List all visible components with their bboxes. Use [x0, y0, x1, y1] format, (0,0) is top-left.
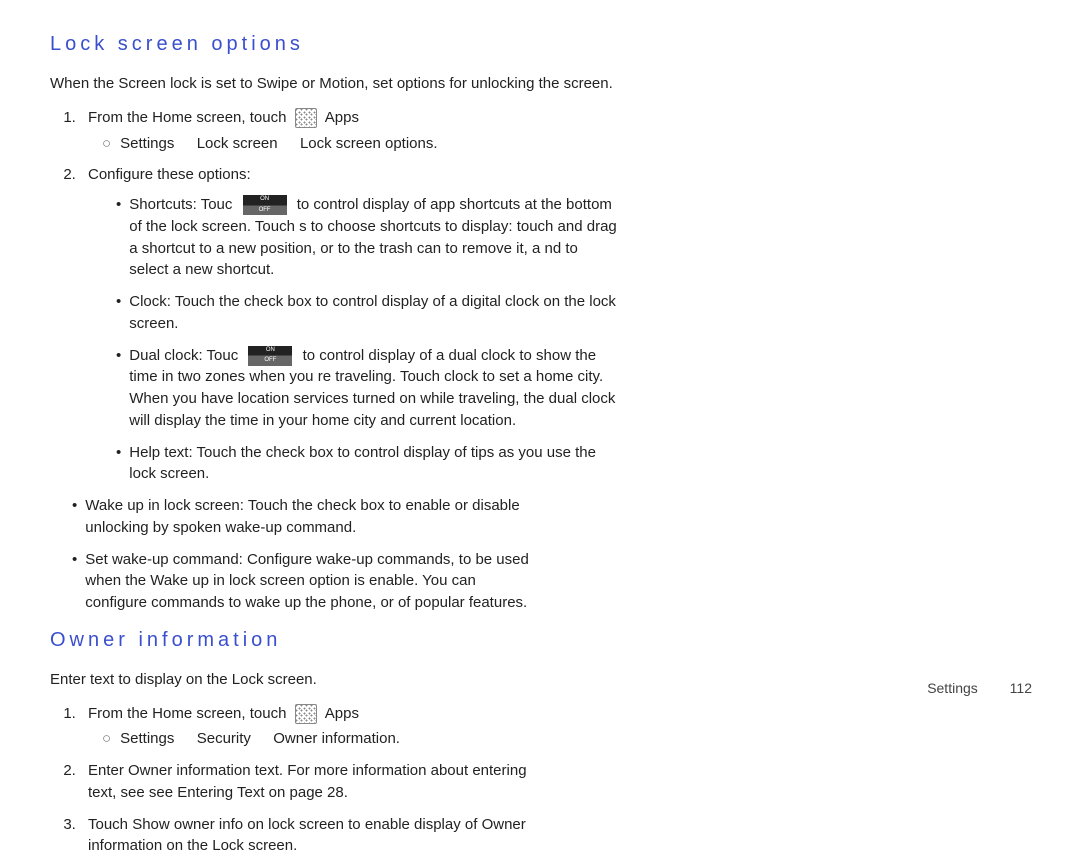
- body: Touch Show owner info on lock screen to …: [88, 816, 526, 855]
- body: Enter Owner information text. For more i…: [88, 762, 527, 801]
- right-step-3: Touch Show owner info on lock screen to …: [80, 814, 540, 858]
- step-text: From the Home screen, touch: [88, 109, 291, 126]
- right-step-2: Enter Owner information text. For more i…: [80, 760, 540, 804]
- left-column: Lock screen options When the Screen lock…: [50, 30, 620, 495]
- step-text: Configure these options:: [88, 166, 251, 183]
- right-step-1-sub: ○ Settings Security Owner information.: [102, 728, 540, 750]
- footer-section: Settings: [927, 680, 978, 696]
- option-set-wake-up: Set wake-up command: Configure wake-up c…: [72, 549, 540, 614]
- sub-settings: Settings: [120, 135, 174, 152]
- sub-marker-icon: ○: [102, 133, 112, 155]
- term-set-wake-up: Set wake-up command: [85, 551, 238, 568]
- sub-owner-info: Owner information.: [273, 730, 400, 747]
- sub-marker-icon: ○: [102, 728, 112, 750]
- lead: : Touc: [198, 347, 238, 364]
- term-shortcuts: Shortcuts: [129, 196, 192, 213]
- option-shortcuts: Shortcuts: Touc ON OFF to control displa…: [116, 194, 620, 281]
- onoff-toggle-icon: ON OFF: [243, 195, 287, 215]
- sub-security: Security: [197, 730, 251, 747]
- footer-page-number: 112: [1010, 680, 1032, 696]
- option-help-text: Help text: Touch the check box to contro…: [116, 442, 620, 486]
- term-dual-clock: Dual clock: [129, 347, 198, 364]
- option-clock: Clock: Touch the check box to control di…: [116, 291, 620, 335]
- right-column: Wake up in lock screen: Touch the check …: [50, 495, 540, 867]
- body: : Touch the check box to control display…: [129, 293, 616, 332]
- left-step-1: From the Home screen, touch Apps ○ Setti…: [80, 107, 620, 155]
- apps-label: Apps: [325, 109, 359, 126]
- step-text: From the Home screen, touch: [88, 705, 291, 722]
- owner-intro: Enter text to display on the Lock screen…: [50, 669, 540, 691]
- lead: : Touc: [193, 196, 233, 213]
- left-options: Shortcuts: Touc ON OFF to control displa…: [88, 194, 620, 485]
- toggle-off-label: OFF: [248, 355, 292, 366]
- left-steps: From the Home screen, touch Apps ○ Setti…: [50, 107, 620, 485]
- body: : Touch the check box to control display…: [129, 444, 596, 483]
- apps-label: Apps: [325, 705, 359, 722]
- term-help-text: Help text: [129, 444, 188, 461]
- toggle-on-label: ON: [248, 346, 292, 356]
- sub-lockscreen: Lock screen: [197, 135, 278, 152]
- left-step-2: Configure these options: Shortcuts: Touc…: [80, 164, 620, 485]
- onoff-toggle-icon: ON OFF: [248, 346, 292, 366]
- sub-lockscreen-options: Lock screen options.: [300, 135, 438, 152]
- term-clock: Clock: [129, 293, 167, 310]
- option-wake-up: Wake up in lock screen: Touch the check …: [72, 495, 540, 539]
- option-dual-clock: Dual clock: Touc ON OFF to control displ…: [116, 345, 620, 432]
- term-wake-up: Wake up in lock screen: [85, 497, 240, 514]
- heading-owner-information: Owner information: [50, 626, 540, 655]
- intro-text: When the Screen lock is set to Swipe or …: [50, 73, 620, 95]
- sub-settings: Settings: [120, 730, 174, 747]
- right-steps: From the Home screen, touch Apps ○ Setti…: [50, 703, 540, 858]
- left-step-1-sub: ○ Settings Lock screen Lock screen optio…: [102, 133, 620, 155]
- page-footer: Settings 112: [927, 678, 1032, 698]
- apps-icon: [295, 704, 317, 724]
- apps-icon: [295, 108, 317, 128]
- toggle-off-label: OFF: [243, 205, 287, 216]
- right-step-1: From the Home screen, touch Apps ○ Setti…: [80, 703, 540, 751]
- right-top-bullets: Wake up in lock screen: Touch the check …: [50, 495, 540, 614]
- heading-lock-screen-options: Lock screen options: [50, 30, 620, 59]
- toggle-on-label: ON: [243, 195, 287, 205]
